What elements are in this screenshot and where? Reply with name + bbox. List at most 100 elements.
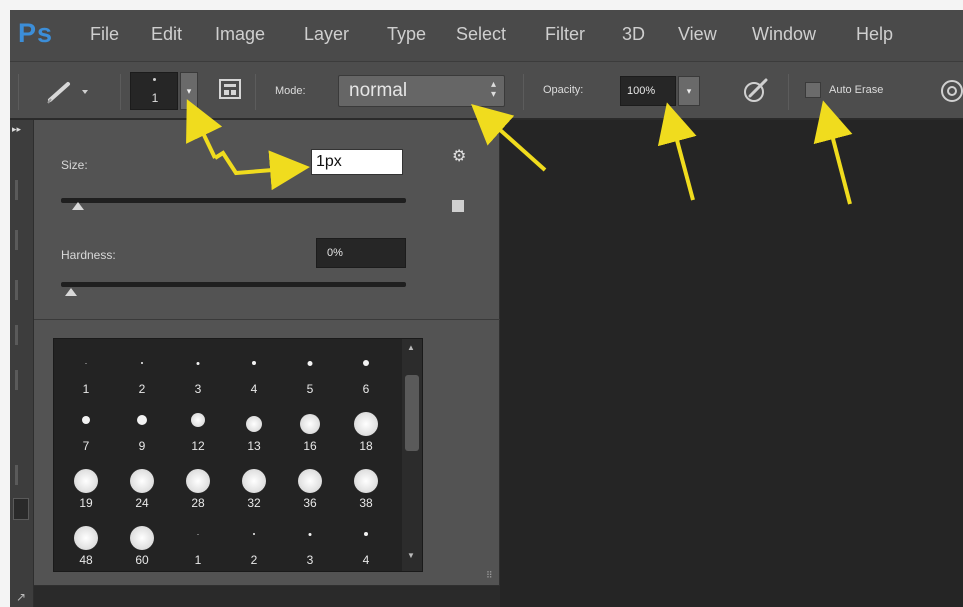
opacity-field[interactable]: 100% <box>620 76 676 106</box>
brush-preset[interactable]: 38 <box>338 457 394 513</box>
brush-preset[interactable]: 3 <box>282 514 338 570</box>
brush-preset[interactable]: 2 <box>226 514 282 570</box>
brush-tip-icon <box>82 416 90 424</box>
menu-file[interactable]: File <box>90 24 119 45</box>
size-input[interactable]: 1px <box>311 149 403 175</box>
hardness-slider-handle[interactable] <box>65 288 77 296</box>
brush-tip-icon <box>74 469 98 493</box>
brush-preset[interactable]: 13 <box>226 400 282 456</box>
panel-settings-gear-icon[interactable]: ⚙ <box>452 146 466 165</box>
mode-label: Mode: <box>275 85 306 97</box>
brush-preset[interactable]: 2 <box>114 343 170 399</box>
brush-preset-size: 4 <box>362 553 370 567</box>
scroll-up-icon[interactable]: ▲ <box>407 343 415 352</box>
photoshop-window: Ps File Edit Image Layer Type Select Fil… <box>10 10 963 607</box>
brush-preset-size: 9 <box>138 439 146 453</box>
brush-preset[interactable]: 1 <box>170 514 226 570</box>
menu-bar: Ps File Edit Image Layer Type Select Fil… <box>10 10 963 61</box>
auto-erase-label: Auto Erase <box>829 84 884 96</box>
opacity-dropdown-button[interactable]: ▾ <box>678 76 700 106</box>
brush-preset-size: 3 <box>306 553 314 567</box>
tool-slot[interactable] <box>15 370 18 390</box>
brush-preset[interactable]: 1 <box>58 343 114 399</box>
brush-preset-size: 2 <box>138 382 146 396</box>
brush-preset-size: 13 <box>247 439 261 453</box>
pressure-brush-icon <box>744 78 768 102</box>
brush-tip-icon <box>197 533 199 535</box>
opacity-value: 100% <box>627 85 656 97</box>
hardness-slider-track[interactable] <box>61 282 406 287</box>
pressure-size-button[interactable] <box>938 76 963 106</box>
brush-size-picker[interactable]: 1 <box>130 72 178 110</box>
brush-tip-icon <box>300 414 320 434</box>
brush-preset[interactable]: 6 <box>338 343 394 399</box>
brush-preset[interactable]: 60 <box>114 514 170 570</box>
brush-tip-icon <box>252 361 256 365</box>
brush-preset[interactable]: 28 <box>170 457 226 513</box>
options-divider <box>18 74 19 110</box>
menu-filter[interactable]: Filter <box>545 24 585 45</box>
brush-preset[interactable]: 4 <box>226 343 282 399</box>
tool-slot[interactable] <box>15 230 18 250</box>
pressure-opacity-button[interactable] <box>740 74 772 106</box>
brush-preset[interactable]: 32 <box>226 457 282 513</box>
brush-preset-size: 32 <box>247 496 261 510</box>
brush-tip-icon <box>74 526 98 550</box>
tool-slot[interactable] <box>15 280 18 300</box>
hand-tool-icon[interactable]: ↗ <box>16 590 26 604</box>
tool-slot[interactable] <box>15 325 18 345</box>
size-slider-handle[interactable] <box>71 202 84 210</box>
tool-slot[interactable] <box>15 180 18 200</box>
new-preset-icon[interactable] <box>452 200 464 212</box>
brush-preset[interactable]: 9 <box>114 400 170 456</box>
brush-tip-icon <box>130 526 154 550</box>
brush-preset-size: 36 <box>303 496 317 510</box>
menu-type[interactable]: Type <box>387 24 426 45</box>
resize-grip-icon[interactable]: ⠿ <box>486 570 493 581</box>
brush-tip-icon <box>186 469 210 493</box>
expand-panel-icon[interactable]: ▸▸ <box>12 124 21 135</box>
brush-tip-preview <box>153 78 156 81</box>
brush-preset[interactable]: 24 <box>114 457 170 513</box>
brush-preset[interactable]: 18 <box>338 400 394 456</box>
tool-slot[interactable] <box>13 498 29 520</box>
scroll-down-icon[interactable]: ▼ <box>407 551 415 560</box>
menu-help[interactable]: Help <box>856 24 893 45</box>
menu-layer[interactable]: Layer <box>304 24 349 45</box>
hardness-field[interactable]: 0% <box>316 238 406 268</box>
options-divider <box>120 74 121 110</box>
tool-preset-picker[interactable] <box>44 76 94 106</box>
document-canvas[interactable] <box>500 120 963 607</box>
presets-scrollbar[interactable]: ▲ ▼ <box>402 339 422 571</box>
size-slider-track[interactable] <box>61 198 406 203</box>
tool-slot[interactable] <box>15 465 18 485</box>
menu-3d[interactable]: 3D <box>622 24 645 45</box>
toggle-brush-panel-button[interactable] <box>215 76 245 104</box>
mode-select[interactable]: normal ▴ ▾ <box>338 75 505 107</box>
menu-image[interactable]: Image <box>215 24 265 45</box>
brush-preset[interactable]: 5 <box>282 343 338 399</box>
brush-size-dropdown-button[interactable]: ▾ <box>180 72 198 110</box>
brush-presets-grid: ▲ ▼ 1 2 3 4 5 6 7 9 12 13 16 18 19 24 28 32 36 38 48 60 1 2 3 4 <box>53 338 423 572</box>
brush-preset[interactable]: 19 <box>58 457 114 513</box>
brush-preset[interactable]: 4 <box>338 514 394 570</box>
hardness-label: Hardness: <box>61 248 116 262</box>
brush-preset[interactable]: 48 <box>58 514 114 570</box>
mode-select-value: normal <box>349 80 408 101</box>
brush-preset[interactable]: 12 <box>170 400 226 456</box>
menu-window[interactable]: Window <box>752 24 816 45</box>
brush-preset-size: 60 <box>135 553 149 567</box>
brush-tip-icon <box>298 469 322 493</box>
auto-erase-checkbox[interactable] <box>805 82 821 98</box>
brush-preset[interactable]: 16 <box>282 400 338 456</box>
brush-preset[interactable]: 7 <box>58 400 114 456</box>
brush-preset-size: 28 <box>191 496 205 510</box>
menu-view[interactable]: View <box>678 24 717 45</box>
brush-preset[interactable]: 3 <box>170 343 226 399</box>
brush-preset-size: 5 <box>306 382 314 396</box>
menu-select[interactable]: Select <box>456 24 506 45</box>
brush-preset[interactable]: 36 <box>282 457 338 513</box>
photoshop-logo: Ps <box>18 18 54 48</box>
scrollbar-thumb[interactable] <box>405 375 419 451</box>
menu-edit[interactable]: Edit <box>151 24 182 45</box>
